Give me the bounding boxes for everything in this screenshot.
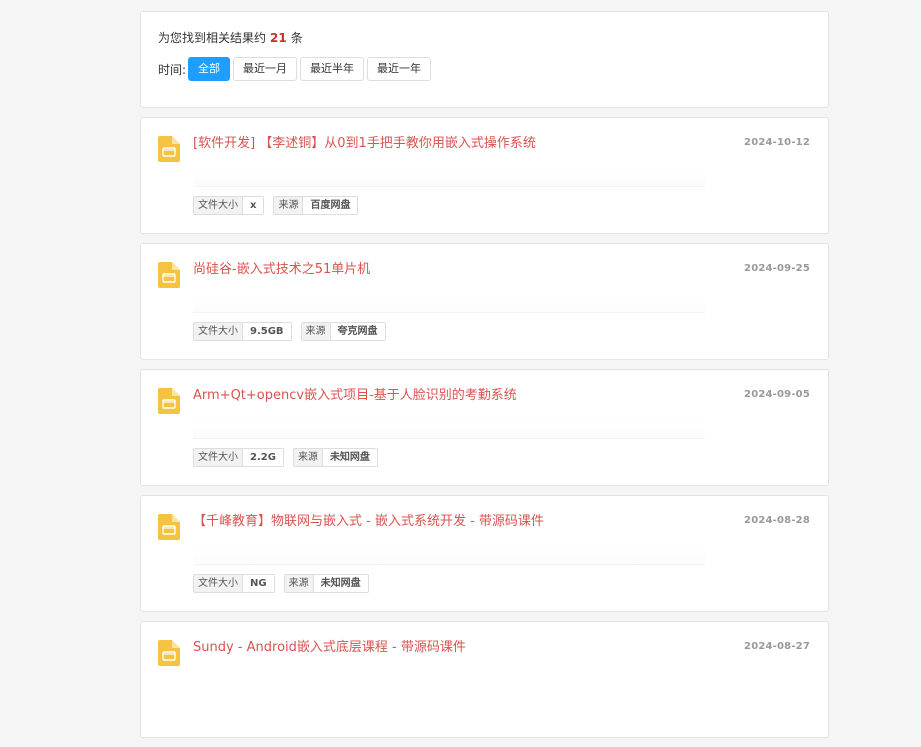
- result-description: [193, 294, 705, 313]
- result-title-link[interactable]: Sundy - Android嵌入式底层课程 - 带源码课件: [193, 639, 466, 657]
- result-date: 2024-10-12: [744, 137, 810, 148]
- file-size-value: NG: [243, 575, 274, 592]
- source-value: 百度网盘: [303, 197, 358, 214]
- result-title-link[interactable]: Arm+Qt+opencv嵌入式项目-基于人脸识别的考勤系统: [193, 387, 517, 405]
- source-label: 来源: [274, 197, 304, 214]
- folder-icon: [158, 514, 180, 540]
- folder-icon: [158, 136, 180, 162]
- result-count-line: 为您找到相关结果约 21 条: [158, 30, 811, 46]
- result-date: 2024-08-27: [744, 641, 810, 652]
- file-size-value: 2.2G: [243, 449, 283, 466]
- file-size-label: 文件大小: [194, 575, 243, 592]
- result-tags: 文件大小 2.2G 来源 未知网盘: [193, 448, 387, 467]
- file-size-label: 文件大小: [194, 323, 243, 340]
- filter-last-month-button[interactable]: 最近一月: [233, 57, 298, 81]
- file-size-label: 文件大小: [194, 197, 243, 214]
- source-label: 来源: [301, 323, 331, 340]
- result-card: 尚硅谷-嵌入式技术之51单片机 2024-09-25 文件大小 9.5GB 来源…: [140, 243, 829, 360]
- source-value: 未知网盘: [313, 575, 368, 592]
- source-label: 来源: [284, 575, 314, 592]
- result-description: [193, 546, 705, 565]
- folder-icon: [158, 388, 180, 414]
- result-tags: 文件大小 x 来源 百度网盘: [193, 196, 367, 215]
- time-filter-label: 时间:: [158, 62, 187, 77]
- result-date: 2024-09-05: [744, 389, 810, 400]
- result-date: 2024-09-25: [744, 263, 810, 274]
- results-column: 为您找到相关结果约 21 条 时间: 全部 最近一月 最近半年 最近一年 [软件开发…: [140, 11, 829, 747]
- file-size-tag: 文件大小 x: [193, 196, 265, 215]
- file-size-tag: 文件大小 NG: [193, 574, 275, 593]
- result-count-prefix: 为您找到相关结果约: [158, 31, 267, 45]
- source-value: 未知网盘: [322, 449, 377, 466]
- filter-last-year-button[interactable]: 最近一年: [367, 57, 432, 81]
- filter-all-button[interactable]: 全部: [188, 57, 231, 81]
- time-filter-row: 时间: 全部 最近一月 最近半年 最近一年: [158, 57, 811, 81]
- source-tag: 来源 未知网盘: [283, 574, 369, 593]
- folder-icon: [158, 640, 180, 666]
- result-count-suffix: 条: [290, 31, 303, 45]
- result-description: [193, 420, 705, 439]
- file-size-value: x: [243, 197, 264, 214]
- result-description: [193, 168, 705, 187]
- source-tag: 来源 夸克网盘: [300, 322, 386, 341]
- result-tags: 文件大小 9.5GB 来源 夸克网盘: [193, 322, 395, 341]
- folder-icon: [158, 262, 180, 288]
- source-tag: 来源 未知网盘: [292, 448, 378, 467]
- file-size-tag: 文件大小 2.2G: [193, 448, 284, 467]
- result-card: Arm+Qt+opencv嵌入式项目-基于人脸识别的考勤系统 2024-09-0…: [140, 369, 829, 486]
- result-tags: 文件大小 NG 来源 未知网盘: [193, 574, 378, 593]
- file-size-label: 文件大小: [194, 449, 243, 466]
- result-card: 【千峰教育】物联网与嵌入式 - 嵌入式系统开发 - 带源码课件 2024-08-…: [140, 495, 829, 612]
- source-tag: 来源 百度网盘: [273, 196, 359, 215]
- result-title-link[interactable]: [软件开发] 【李述铜】从0到1手把手教你用嵌入式操作系统: [193, 135, 536, 153]
- search-summary-panel: 为您找到相关结果约 21 条 时间: 全部 最近一月 最近半年 最近一年: [140, 11, 829, 108]
- result-card: [软件开发] 【李述铜】从0到1手把手教你用嵌入式操作系统 2024-10-12…: [140, 117, 829, 234]
- result-card: Sundy - Android嵌入式底层课程 - 带源码课件 2024-08-2…: [140, 621, 829, 738]
- result-title-link[interactable]: 【千峰教育】物联网与嵌入式 - 嵌入式系统开发 - 带源码课件: [193, 513, 544, 531]
- file-size-value: 9.5GB: [243, 323, 291, 340]
- source-label: 来源: [293, 449, 323, 466]
- file-size-tag: 文件大小 9.5GB: [193, 322, 292, 341]
- source-value: 夸克网盘: [330, 323, 385, 340]
- result-count: 21: [270, 31, 287, 45]
- result-title-link[interactable]: 尚硅谷-嵌入式技术之51单片机: [193, 261, 370, 279]
- filter-last-half-year-button[interactable]: 最近半年: [300, 57, 365, 81]
- result-date: 2024-08-28: [744, 515, 810, 526]
